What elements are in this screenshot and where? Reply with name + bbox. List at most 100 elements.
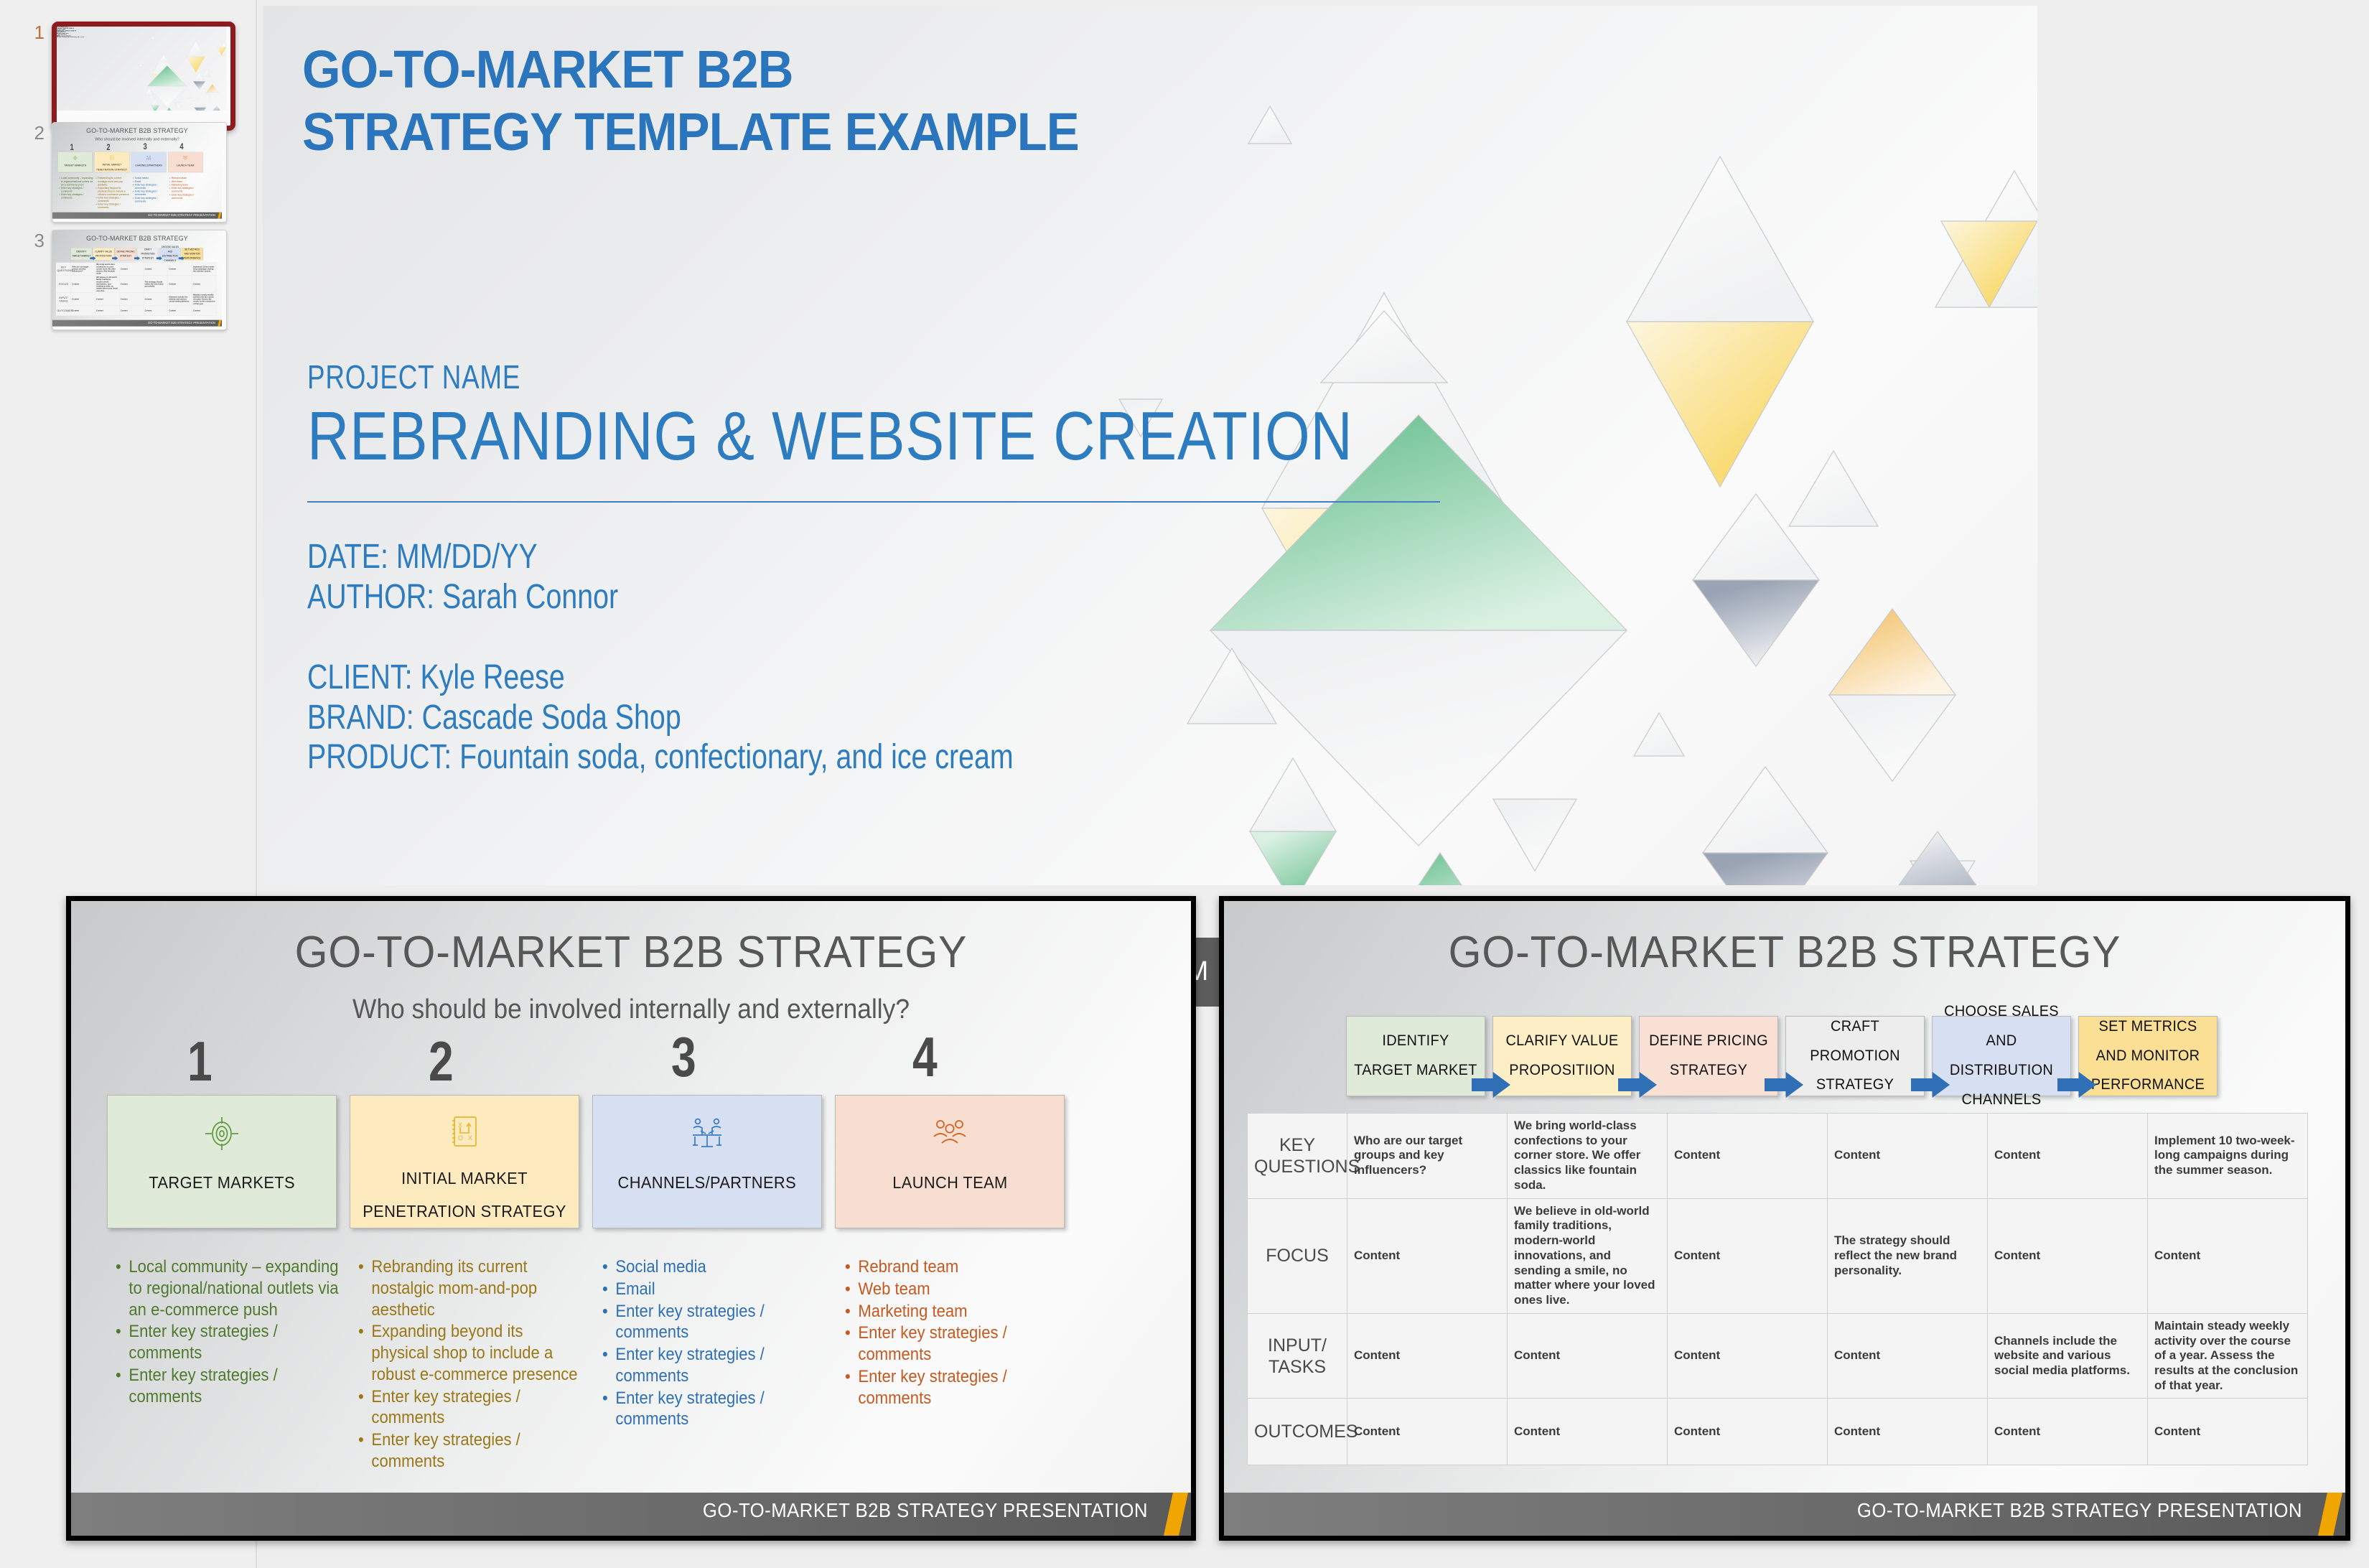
table-cell[interactable]: Content [119, 305, 144, 316]
slide-2-footer-text: GO-TO-MARKET B2B STRATEGY PRESENTATION [148, 213, 215, 217]
table-cell[interactable]: Content [1827, 1312, 1988, 1399]
notebook-strategy-icon: X O X [447, 1111, 482, 1152]
table-row[interactable]: OUTCOMES Content Content Content Content… [1247, 1398, 2308, 1466]
table-cell[interactable]: We bring world-class confections to your… [95, 262, 120, 276]
card-launch-team[interactable]: LAUNCH TEAM [167, 151, 203, 172]
process-step-set-metrics-and-monitor-performance[interactable]: SET METRICS AND MONITOR PERFORMANCE [2078, 1016, 2218, 1096]
slide-3-footer-text: GO-TO-MARKET B2B STRATEGY PRESENTATION [1856, 1499, 2302, 1521]
table-cell[interactable]: Who are our target groups and key influe… [70, 262, 95, 276]
table-cell[interactable]: Content [119, 262, 144, 276]
table-cell[interactable]: Content [1347, 1312, 1508, 1399]
table-cell[interactable]: Content [144, 262, 168, 276]
table-cell[interactable]: Content [70, 305, 95, 316]
table-cell[interactable]: Channels include the website and various… [167, 292, 192, 306]
table-row[interactable]: FOCUS Content We believe in old-world fa… [1247, 1198, 2308, 1314]
slide-2-panel[interactable]: GO-TO-MARKET B2B STRATEGY Who should be … [66, 896, 1196, 1541]
card-target-markets[interactable]: TARGET MARKETS [107, 1095, 337, 1228]
slide-3-footer-bar: GO-TO-MARKET B2B STRATEGY PRESENTATION [52, 319, 223, 327]
process-step-choose-sales-and-distribution-channels[interactable]: CHOOSE SALES AND DISTRIBUTION CHANNELS [159, 246, 181, 262]
table-cell[interactable]: Content [1827, 1398, 1988, 1466]
main-slide-canvas[interactable]: GO-TO-MARKET B2B STRATEGY TEMPLATE EXAMP… [57, 27, 230, 116]
card-launch-team[interactable]: LAUNCH TEAM [835, 1095, 1065, 1228]
table-cell[interactable]: Content [2147, 1398, 2308, 1466]
table-cell[interactable]: Content [119, 292, 144, 306]
table-cell[interactable]: The strategy should reflect the new bran… [1827, 1198, 1988, 1314]
main-slide-canvas[interactable]: GO-TO-MARKET B2B STRATEGY TEMPLATE EXAMP… [263, 6, 2037, 885]
table-cell[interactable]: Content [1987, 1198, 2148, 1314]
table-cell[interactable]: Content [1347, 1198, 1508, 1314]
table-row[interactable]: KEY QUESTIONS Who are our target groups … [55, 262, 217, 276]
table-cell[interactable]: Content [1987, 1398, 2148, 1466]
row-header-outcomes: OUTCOMES [1247, 1398, 1358, 1466]
table-cell[interactable]: Content [70, 275, 95, 293]
table-cell[interactable]: Content [70, 292, 95, 306]
table-cell[interactable]: Content [1827, 1113, 1988, 1199]
bullet-item: Enter key strategies / comments [858, 1366, 1007, 1408]
slide-3-panel[interactable]: GO-TO-MARKET B2B STRATEGY IDENTIFY TARGE… [1219, 896, 2350, 1541]
table-cell[interactable]: Content [1347, 1398, 1508, 1466]
table-cell[interactable]: Content [144, 292, 168, 306]
process-step-label: IDENTIFY TARGET MARKET [72, 250, 91, 258]
strategy-table[interactable]: KEY QUESTIONS Who are our target groups … [55, 262, 217, 316]
slide-3-panel[interactable]: GO-TO-MARKET B2B STRATEGY IDENTIFY TARGE… [52, 230, 223, 327]
thumbnail-preview-content: GO-TO-MARKET B2B STRATEGY TEMPLATE EXAMP… [57, 27, 230, 116]
table-cell[interactable]: Content [1667, 1113, 1828, 1199]
process-step-choose-sales-and-distribution-channels[interactable]: CHOOSE SALES AND DISTRIBUTION CHANNELS [1932, 1003, 2071, 1108]
table-row[interactable]: OUTCOMES Content Content Content Content… [55, 305, 217, 316]
card-channels-partners[interactable]: CHANNELS/PARTNERS [131, 151, 167, 172]
process-step-define-pricing-strategy[interactable]: DEFINE PRICING STRATEGY [1639, 1016, 1778, 1096]
thumbnail-preview-3[interactable]: GO-TO-MARKET B2B STRATEGY IDENTIFY TARGE… [52, 230, 227, 330]
table-cell[interactable]: Implement 10 two-week-long campaigns dur… [2147, 1113, 2308, 1199]
table-cell[interactable]: Who are our target groups and key influe… [1347, 1113, 1508, 1199]
table-cell[interactable]: Content [167, 262, 192, 276]
process-step-clarify-value-proposition[interactable]: CLARIFY VALUE PROPOSITIION [1492, 1016, 1632, 1096]
process-step-clarify-value-proposition[interactable]: CLARIFY VALUE PROPOSITIION [93, 248, 114, 261]
table-cell[interactable]: We believe in old-world family tradition… [1507, 1198, 1668, 1314]
table-cell[interactable]: Content [95, 292, 120, 306]
table-cell[interactable]: Content [167, 275, 192, 293]
table-cell[interactable]: Content [1667, 1198, 1828, 1314]
table-cell[interactable]: Content [119, 275, 144, 293]
table-cell[interactable]: Content [2147, 1198, 2308, 1314]
card-initial-market-penetration[interactable]: X O X INITIAL MARKET PENETRATION STRATEG… [94, 151, 130, 172]
table-cell[interactable]: Content [1507, 1398, 1668, 1466]
card-target-markets[interactable]: TARGET MARKETS [57, 151, 93, 172]
process-step-craft-promotion-strategy[interactable]: CRAFT PROMOTION STRATEGY [1785, 1016, 1925, 1096]
process-step-define-pricing-strategy[interactable]: DEFINE PRICING STRATEGY [115, 248, 136, 261]
bullet-item: Enter key strategies / comments [615, 1345, 765, 1386]
table-cell[interactable]: Content [95, 305, 120, 316]
table-cell[interactable]: The strategy should reflect the new bran… [144, 275, 168, 293]
table-cell[interactable]: Implement 10 two-week-long campaigns dur… [192, 262, 217, 276]
thumbnail-preview-2[interactable]: GO-TO-MARKET B2B STRATEGY Who should be … [52, 122, 227, 223]
table-cell[interactable]: Maintain steady weekly activity over the… [2147, 1312, 2308, 1399]
slide-2-footer-bar: GO-TO-MARKET B2B STRATEGY PRESENTATION [71, 1493, 1191, 1536]
card-channels-partners[interactable]: CHANNELS/PARTNERS [592, 1095, 822, 1228]
table-cell[interactable]: Content [192, 305, 217, 316]
table-cell[interactable]: We believe in old-world family tradition… [95, 275, 120, 293]
slide-2-panel[interactable]: GO-TO-MARKET B2B STRATEGY Who should be … [52, 123, 223, 219]
table-row[interactable]: KEY QUESTIONS Who are our target groups … [1247, 1113, 2308, 1199]
thumbnail-preview-1[interactable]: GO-TO-MARKET B2B STRATEGY TEMPLATE EXAMP… [52, 22, 235, 131]
process-step-identify-target-market[interactable]: IDENTIFY TARGET MARKET [70, 248, 93, 261]
process-step-craft-promotion-strategy[interactable]: CRAFT PROMOTION STRATEGY [137, 248, 159, 261]
table-cell[interactable]: We bring world-class confections to your… [1507, 1113, 1668, 1199]
table-cell[interactable]: Content [192, 275, 217, 293]
strategy-table[interactable]: KEY QUESTIONS Who are our target groups … [1247, 1113, 2308, 1466]
bullet-list-target-markets: • Local community – expanding to regional… [116, 1256, 340, 1408]
table-row[interactable]: FOCUS Content We believe in old-world fa… [55, 275, 217, 293]
process-step-identify-target-market[interactable]: IDENTIFY TARGET MARKET [1346, 1016, 1485, 1096]
table-row[interactable]: INPUT/ TASKS Content Content Content Con… [1247, 1312, 2308, 1399]
table-cell[interactable]: Content [1667, 1312, 1828, 1399]
table-cell[interactable]: Content [1507, 1312, 1668, 1399]
process-step-set-metrics-and-monitor-performance[interactable]: SET METRICS AND MONITOR PERFORMANCE [182, 248, 203, 261]
table-cell[interactable]: Content [167, 305, 192, 316]
table-cell[interactable]: Maintain steady weekly activity over the… [192, 292, 217, 306]
table-cell[interactable]: Content [1667, 1398, 1828, 1466]
bullet-item: Enter key strategies / comments [858, 1323, 1007, 1364]
card-initial-market-penetration[interactable]: X O X INITIAL MARKET PENETRATION STRATEG… [350, 1095, 579, 1228]
table-row[interactable]: INPUT/ TASKS Content Content Content Con… [55, 292, 217, 306]
table-cell[interactable]: Content [144, 305, 168, 316]
bullet-item: Enter key strategies / comments [171, 193, 195, 200]
table-cell[interactable]: Content [1987, 1113, 2148, 1199]
table-cell[interactable]: Channels include the website and various… [1987, 1312, 2148, 1399]
